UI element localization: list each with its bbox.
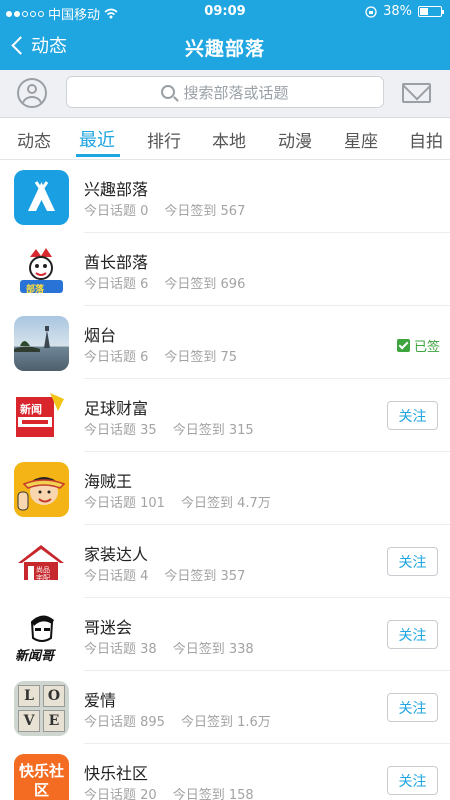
status-bar: 中国移动 09:09 38% bbox=[0, 0, 450, 24]
battery-icon bbox=[418, 6, 444, 17]
chief-logo-text: 部落 bbox=[26, 285, 45, 295]
follow-button[interactable]: 关注 bbox=[387, 401, 438, 430]
search-placeholder: 搜索部落或话题 bbox=[183, 83, 289, 102]
follow-button[interactable]: 关注 bbox=[387, 693, 438, 722]
tribe-logo: 部落 bbox=[14, 243, 69, 298]
search-input[interactable]: 搜索部落或话题 bbox=[66, 76, 384, 108]
checkins-count: 今日签到 158 bbox=[172, 788, 254, 800]
tribe-name: 兴趣部落 bbox=[84, 180, 149, 199]
tab-dongtai[interactable]: 动态 bbox=[17, 127, 51, 152]
active-tab-indicator bbox=[76, 154, 120, 157]
tribe-logo: 新闻哥 bbox=[14, 608, 69, 663]
checkins-count: 今日签到 75 bbox=[164, 350, 238, 365]
love-tile-e: E bbox=[43, 710, 65, 732]
tab-recent[interactable]: 最近 bbox=[79, 126, 115, 152]
user-avatar-icon[interactable] bbox=[17, 78, 47, 108]
tab-selfie[interactable]: 自拍 bbox=[409, 127, 443, 152]
tab-ranking[interactable]: 排行 bbox=[147, 127, 181, 152]
tribe-name: 烟台 bbox=[84, 326, 117, 345]
luffy-icon bbox=[17, 477, 66, 511]
tribe-name: 快乐社区 bbox=[84, 764, 149, 783]
category-tabs: 动态 最近 排行 本地 动漫 星座 自拍 bbox=[0, 118, 450, 160]
checkins-count: 今日签到 315 bbox=[172, 423, 254, 438]
topics-count: 今日话题 895 bbox=[84, 715, 165, 730]
checkbox-checked-icon bbox=[396, 339, 410, 352]
battery-percent: 38% bbox=[383, 4, 412, 19]
list-item[interactable]: 烟台 今日话题 6 今日签到 75 已签 bbox=[0, 306, 450, 379]
tribe-logo bbox=[14, 316, 69, 371]
follow-button[interactable]: 关注 bbox=[387, 620, 438, 649]
checkins-count: 今日签到 1.6万 bbox=[180, 715, 271, 730]
tribe-logo bbox=[14, 170, 69, 225]
checkins-count: 今日签到 696 bbox=[164, 277, 246, 292]
topics-count: 今日话题 20 bbox=[84, 788, 157, 800]
topics-count: 今日话题 38 bbox=[84, 642, 157, 657]
tribe-logo: 新闻 bbox=[14, 389, 69, 444]
topics-count: 今日话题 35 bbox=[84, 423, 157, 438]
topics-count: 今日话题 6 bbox=[84, 277, 149, 292]
tribe-name: 爱情 bbox=[84, 691, 117, 710]
tribe-logo: L O V E bbox=[14, 681, 69, 736]
tab-zodiac[interactable]: 星座 bbox=[344, 127, 378, 152]
love-tile-o: O bbox=[43, 685, 65, 707]
tribe-name: 家装达人 bbox=[84, 545, 149, 564]
topics-count: 今日话题 4 bbox=[84, 569, 149, 584]
topics-count: 今日话题 101 bbox=[84, 496, 165, 511]
tribe-name: 足球财富 bbox=[84, 399, 149, 418]
checkins-count: 今日签到 338 bbox=[172, 642, 254, 657]
follow-button[interactable]: 关注 bbox=[387, 547, 438, 576]
happy-logo-text: 快乐社区 bbox=[18, 762, 64, 799]
mail-icon[interactable] bbox=[402, 83, 431, 103]
search-icon bbox=[161, 85, 176, 99]
tribe-name: 海贼王 bbox=[84, 472, 133, 491]
checkins-count: 今日签到 357 bbox=[164, 569, 246, 584]
topics-count: 今日话题 6 bbox=[84, 350, 149, 365]
tribe-logo bbox=[14, 462, 69, 517]
list-item[interactable]: 快乐社区 快乐社区 今日话题 20 今日签到 158 关注 bbox=[0, 744, 450, 800]
list-item[interactable]: 尚品宅配 家装达人 今日话题 4 今日签到 357 关注 bbox=[0, 525, 450, 598]
signed-label: 已签 bbox=[413, 340, 440, 355]
topics-count: 今日话题 0 bbox=[84, 204, 149, 219]
page-title: 兴趣部落 bbox=[184, 38, 265, 60]
love-tile-v: V bbox=[18, 710, 40, 732]
gemi-logo-text: 新闻哥 bbox=[15, 649, 55, 663]
list-item[interactable]: L O V E 爱情 今日话题 895 今日签到 1.6万 关注 bbox=[0, 671, 450, 744]
follow-button[interactable]: 关注 bbox=[387, 766, 438, 795]
list-item[interactable]: 新闻哥 哥迷会 今日话题 38 今日签到 338 关注 bbox=[0, 598, 450, 671]
list-item[interactable]: 海贼王 今日话题 101 今日签到 4.7万 bbox=[0, 452, 450, 525]
rotation-lock-icon bbox=[365, 5, 377, 18]
tribe-name: 酋长部落 bbox=[84, 253, 149, 272]
tribe-name: 哥迷会 bbox=[84, 618, 133, 637]
tribe-logo: 尚品宅配 bbox=[14, 535, 69, 590]
lighthouse-photo-icon bbox=[14, 326, 50, 352]
checkins-count: 今日签到 4.7万 bbox=[180, 496, 271, 511]
tab-anime[interactable]: 动漫 bbox=[278, 127, 312, 152]
home-logo-text: 尚品宅配 bbox=[36, 566, 50, 582]
checkins-count: 今日签到 567 bbox=[164, 204, 246, 219]
search-row: 搜索部落或话题 bbox=[0, 70, 450, 118]
love-tile-l: L bbox=[18, 685, 40, 707]
football-logo-text: 新闻 bbox=[20, 403, 42, 416]
nav-bar: 动态 兴趣部落 bbox=[0, 24, 450, 70]
signed-badge: 已签 bbox=[396, 336, 440, 355]
tab-local[interactable]: 本地 bbox=[212, 127, 246, 152]
list-item[interactable]: 部落 酋长部落 今日话题 6 今日签到 696 bbox=[0, 233, 450, 306]
tribe-logo: 快乐社区 bbox=[14, 754, 69, 800]
list-item[interactable]: 新闻 足球财富 今日话题 35 今日签到 315 关注 bbox=[0, 379, 450, 452]
tent-icon bbox=[28, 181, 55, 211]
list-item[interactable]: 兴趣部落 今日话题 0 今日签到 567 bbox=[0, 160, 450, 233]
